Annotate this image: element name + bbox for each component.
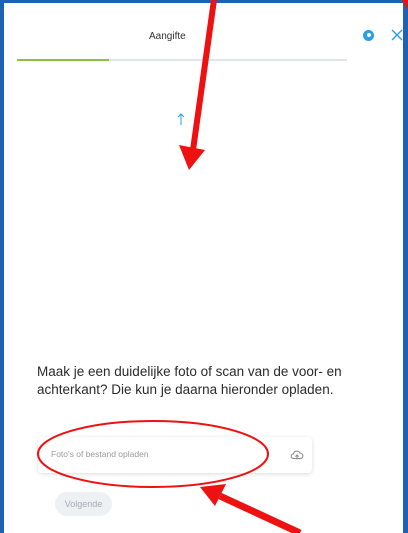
dialog-header: Aangifte xyxy=(4,3,403,61)
progress-fill xyxy=(17,59,110,61)
upload-field[interactable]: Foto's of bestand opladen xyxy=(38,437,312,473)
next-button[interactable]: Volgende xyxy=(55,492,112,516)
instruction-text: Maak je een duidelijke foto of scan van … xyxy=(37,364,342,397)
arrow-up-icon xyxy=(175,111,187,127)
cloud-upload-icon[interactable] xyxy=(290,448,304,462)
progress-bar xyxy=(17,59,347,61)
upload-label: Foto's of bestand opladen xyxy=(51,449,149,459)
dialog-title: Aangifte xyxy=(149,31,186,42)
dialog-frame: Aangifte Maak je een duidelijke foto of … xyxy=(0,0,408,533)
help-icon[interactable] xyxy=(363,30,374,41)
close-icon[interactable] xyxy=(390,28,403,42)
